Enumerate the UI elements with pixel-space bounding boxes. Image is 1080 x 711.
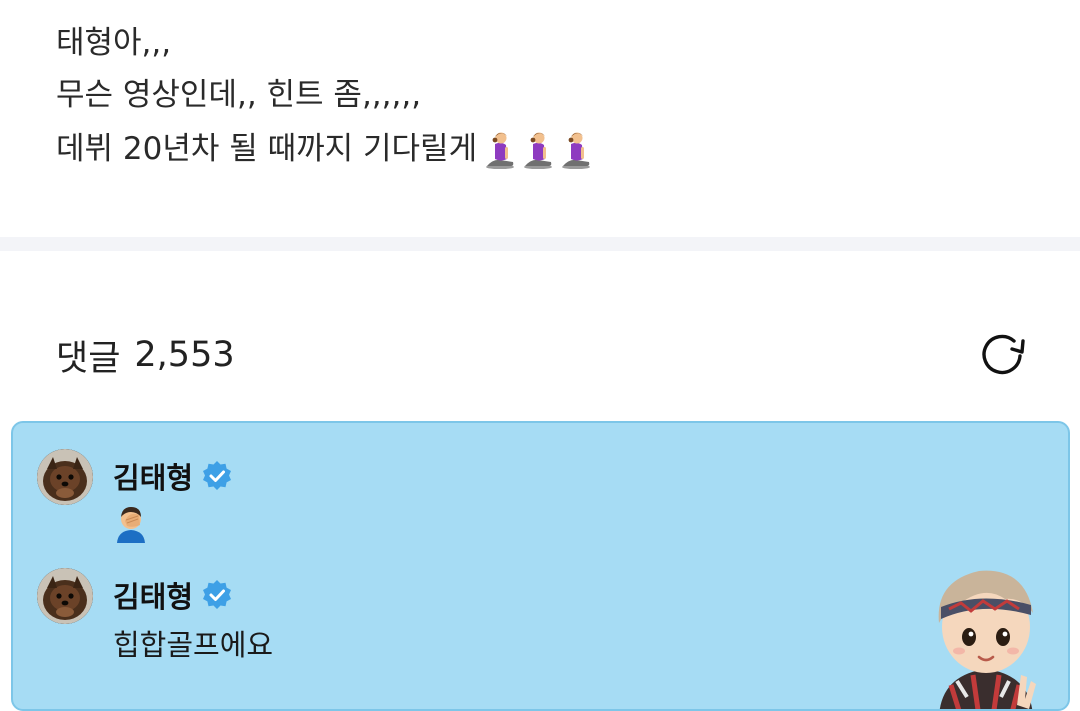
post-text: 태형아,,, 무슨 영상인데,, 힌트 좀,,,,,, 데뷔 20년차 될 때까… (56, 18, 593, 176)
highlighted-comment-card: 김태형 김태형 힙합골프에요 (11, 421, 1070, 711)
post-line: 데뷔 20년차 될 때까지 기다릴게 (56, 122, 593, 176)
verified-badge-icon (203, 461, 232, 490)
dog-avatar-icon (37, 568, 93, 624)
post-line-text: 태형아,,, (56, 25, 172, 61)
post-content: 태형아,,, 무슨 영상인데,, 힌트 좀,,,,,, 데뷔 20년차 될 때까… (0, 0, 1080, 237)
avatar[interactable] (37, 568, 93, 624)
author-name[interactable]: 김태형 (113, 455, 193, 497)
dog-avatar-icon (37, 449, 93, 505)
comment-body: 힙합골프에요 (113, 628, 274, 662)
person-kneeling-icon (486, 132, 515, 169)
refresh-icon (982, 334, 1025, 375)
refresh-button[interactable] (974, 328, 1034, 380)
post-line: 무슨 영상인데,, 힌트 좀,,,,,, (56, 68, 593, 122)
comments-label: 댓글 (56, 338, 121, 379)
post-line-text: 무슨 영상인데,, 힌트 좀,,,,,, (56, 77, 422, 113)
person-kneeling-icon (562, 132, 591, 169)
post-line: 태형아,,, (56, 18, 593, 68)
avatar[interactable] (37, 449, 93, 505)
author-name[interactable]: 김태형 (113, 574, 193, 616)
kneeling-emoji-group (483, 129, 593, 169)
person-kneeling-icon (524, 132, 553, 169)
comments-header: 댓글 2,553 (56, 330, 235, 380)
post-line-text: 데뷔 20년차 될 때까지 기다릴게 (56, 131, 478, 167)
person-facepalming-icon (117, 507, 145, 543)
character-sticker-icon (938, 570, 1036, 709)
author-row: 김태형 (113, 574, 233, 616)
comment-body (113, 503, 149, 543)
comments-count: 2,553 (134, 335, 235, 375)
author-row: 김태형 (113, 455, 233, 497)
section-divider (0, 237, 1080, 251)
verified-badge-icon (203, 580, 232, 609)
